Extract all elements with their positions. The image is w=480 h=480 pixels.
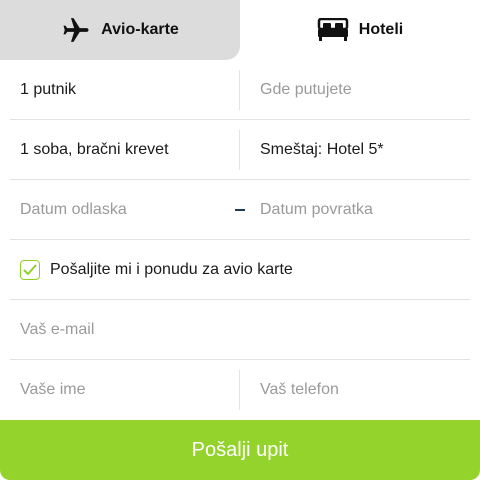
flight-offer-label: Pošaljite mi i ponudu za avio karte	[50, 260, 293, 278]
accommodation-select[interactable]: Smeštaj: Hotel 5*	[240, 120, 470, 179]
form-row-room: 1 soba, bračni krevet Smeštaj: Hotel 5*	[10, 120, 470, 180]
check-icon	[23, 264, 37, 275]
form-row-email: Vaš e-mail	[10, 300, 470, 360]
room-select[interactable]: 1 soba, bračni krevet	[10, 120, 240, 179]
submit-button[interactable]: Pošalji upit	[0, 420, 480, 480]
tab-hotels[interactable]: Hoteli	[240, 0, 480, 60]
airplane-icon	[61, 15, 91, 45]
phone-placeholder: Vaš telefon	[260, 380, 339, 398]
form-row-travel: 1 putnik Gde putujete	[10, 60, 470, 120]
departure-date-placeholder: Datum odlaska	[20, 200, 127, 218]
flight-offer-option[interactable]: Pošaljite mi i ponudu za avio karte	[10, 240, 470, 299]
destination-placeholder: Gde putujete	[260, 80, 352, 98]
tab-flights[interactable]: Avio-karte	[0, 0, 240, 60]
return-date-input[interactable]: Datum povratka	[240, 180, 470, 239]
room-value: 1 soba, bračni krevet	[20, 140, 169, 158]
form-row-flight-offer: Pošaljite mi i ponudu za avio karte	[10, 240, 470, 300]
bed-icon	[317, 18, 349, 42]
phone-field[interactable]: Vaš telefon	[240, 360, 470, 419]
email-field[interactable]: Vaš e-mail	[10, 300, 470, 359]
form-row-dates: Datum odlaska Datum povratka	[10, 180, 470, 240]
return-date-placeholder: Datum povratka	[260, 200, 373, 218]
accommodation-value: Smeštaj: Hotel 5*	[260, 140, 384, 158]
tab-bar: Avio-karte Hoteli	[0, 0, 480, 60]
destination-input[interactable]: Gde putujete	[240, 60, 470, 119]
name-field[interactable]: Vaše ime	[10, 360, 240, 419]
departure-date-input[interactable]: Datum odlaska	[10, 180, 240, 239]
travelers-select[interactable]: 1 putnik	[10, 60, 240, 119]
flight-offer-checkbox[interactable]	[20, 259, 40, 280]
tab-hotels-label: Hoteli	[358, 21, 404, 38]
form-row-contact: Vaše ime Vaš telefon	[10, 360, 470, 420]
tab-flights-label: Avio-karte	[101, 21, 179, 38]
travelers-value: 1 putnik	[20, 80, 77, 98]
email-placeholder: Vaš e-mail	[20, 320, 95, 338]
name-placeholder: Vaše ime	[20, 380, 86, 398]
